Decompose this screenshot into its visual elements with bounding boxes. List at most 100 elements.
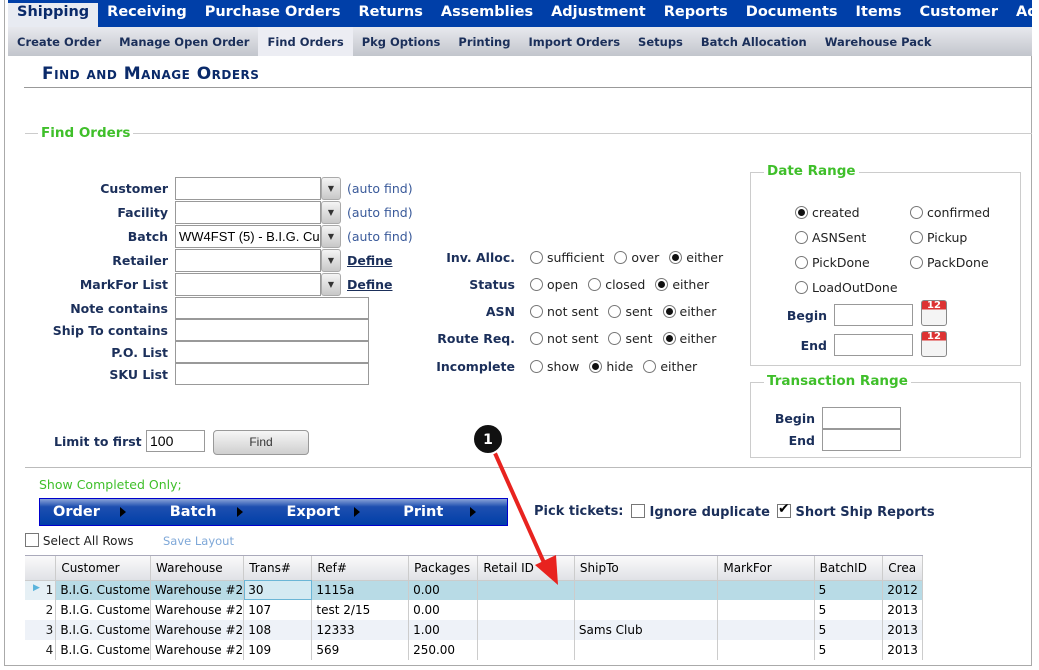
- radio-button[interactable]: [530, 251, 543, 264]
- table-cell[interactable]: 2013: [882, 600, 923, 620]
- table-cell[interactable]: Sams Club: [574, 620, 719, 640]
- radio-button[interactable]: [910, 206, 923, 219]
- column-header[interactable]: Crea: [882, 556, 923, 581]
- radio-button[interactable]: [795, 256, 808, 269]
- table-cell[interactable]: 5: [814, 640, 884, 660]
- table-cell[interactable]: 250.00: [408, 640, 479, 660]
- table-cell[interactable]: [477, 620, 575, 640]
- nav-tab-admin[interactable]: Admin: [1007, 0, 1032, 27]
- radio-option[interactable]: over: [614, 250, 659, 265]
- radio-button[interactable]: [669, 251, 683, 264]
- radio-option[interactable]: show: [530, 359, 579, 374]
- subnav-setups[interactable]: Setups: [629, 27, 692, 56]
- radio-button[interactable]: [795, 206, 808, 219]
- combo-input[interactable]: [175, 177, 321, 200]
- radio-button[interactable]: [795, 281, 808, 294]
- table-cell[interactable]: 108: [243, 620, 313, 640]
- show-completed-link[interactable]: Show Completed Only;: [39, 477, 182, 492]
- nav-tab-adjustment[interactable]: Adjustment: [542, 0, 655, 27]
- limit-input[interactable]: 100: [146, 430, 205, 452]
- table-cell[interactable]: 5: [814, 580, 884, 600]
- subnav-printing[interactable]: Printing: [449, 27, 519, 56]
- radio-button[interactable]: [530, 305, 543, 318]
- table-cell[interactable]: [477, 640, 575, 660]
- radio-option[interactable]: sent: [608, 304, 653, 319]
- column-header[interactable]: MarkFor: [717, 556, 815, 581]
- table-cell[interactable]: [717, 600, 815, 620]
- date-option[interactable]: created: [795, 205, 860, 220]
- subnav-pkg-options[interactable]: Pkg Options: [353, 27, 450, 56]
- table-cell[interactable]: [717, 580, 815, 600]
- table-row[interactable]: 3 B.I.G. Custome Warehouse #2 108 12333 1.00 S…: [25, 620, 923, 640]
- column-header[interactable]: BatchID: [814, 556, 884, 581]
- table-cell[interactable]: 12333: [311, 620, 410, 640]
- select-all-checkbox[interactable]: [25, 533, 39, 547]
- table-cell[interactable]: 2013: [882, 620, 923, 640]
- radio-option[interactable]: sufficient: [530, 250, 604, 265]
- table-cell[interactable]: [574, 600, 719, 620]
- text-input[interactable]: [175, 319, 369, 341]
- subnav-batch-allocation[interactable]: Batch Allocation: [692, 27, 816, 56]
- date-option[interactable]: ASNSent: [795, 230, 866, 245]
- ignore-duplicate-option[interactable]: Ignore duplicate: [631, 504, 770, 520]
- table-cell[interactable]: [477, 600, 575, 620]
- auto-find-link[interactable]: (auto find): [347, 229, 413, 244]
- date-begin-input[interactable]: [834, 304, 913, 326]
- nav-tab-documents[interactable]: Documents: [737, 0, 847, 27]
- radio-button[interactable]: [910, 231, 923, 244]
- chevron-down-icon[interactable]: ▼: [321, 273, 341, 296]
- find-button[interactable]: Find: [213, 430, 309, 455]
- subnav-find-orders[interactable]: Find Orders: [258, 27, 353, 56]
- nav-tab-items[interactable]: Items: [847, 0, 911, 27]
- text-input[interactable]: [175, 341, 369, 363]
- table-cell[interactable]: Warehouse #2: [150, 620, 245, 640]
- table-cell[interactable]: B.I.G. Custome: [55, 640, 151, 660]
- column-header[interactable]: Warehouse: [150, 556, 245, 581]
- radio-button[interactable]: [588, 278, 602, 291]
- nav-tab-receiving[interactable]: Receiving: [98, 0, 196, 27]
- text-input[interactable]: [175, 363, 369, 385]
- radio-button[interactable]: [614, 251, 628, 264]
- column-header[interactable]: Customer: [55, 556, 151, 581]
- radio-option[interactable]: sent: [608, 331, 653, 346]
- save-layout-link[interactable]: Save Layout: [163, 534, 234, 548]
- nav-tab-customer[interactable]: Customer: [910, 0, 1007, 27]
- table-cell[interactable]: 30: [243, 580, 313, 600]
- radio-option[interactable]: open: [530, 277, 578, 292]
- table-cell[interactable]: Warehouse #2: [150, 640, 245, 660]
- table-cell[interactable]: 1.00: [408, 620, 479, 640]
- table-cell[interactable]: 2013: [882, 640, 923, 660]
- table-cell[interactable]: [717, 620, 815, 640]
- subnav-create-order[interactable]: Create Order: [8, 27, 110, 56]
- column-header[interactable]: Ref#: [311, 556, 410, 581]
- short-ship-option[interactable]: Short Ship Reports: [777, 501, 935, 520]
- combo-input[interactable]: WW4FST (5) - B.I.G. Cus: [175, 225, 321, 248]
- trans-end-input[interactable]: [822, 429, 901, 451]
- chevron-down-icon[interactable]: ▼: [321, 201, 341, 224]
- short-ship-checkbox[interactable]: [777, 501, 791, 518]
- action-batch-menu[interactable]: Batch: [157, 499, 274, 525]
- radio-button[interactable]: [795, 231, 808, 244]
- date-option[interactable]: PickDone: [795, 255, 870, 270]
- radio-button[interactable]: [910, 256, 923, 269]
- column-header[interactable]: ShipTo: [574, 556, 719, 581]
- date-option[interactable]: PackDone: [910, 255, 989, 270]
- select-all-option[interactable]: Select All Rows: [25, 533, 134, 548]
- table-cell[interactable]: Warehouse #2: [150, 580, 245, 600]
- radio-option[interactable]: hide: [589, 359, 633, 374]
- nav-tab-purchase-orders[interactable]: Purchase Orders: [196, 0, 350, 27]
- nav-tab-returns[interactable]: Returns: [350, 0, 432, 27]
- auto-find-link[interactable]: (auto find): [347, 181, 413, 196]
- table-cell[interactable]: B.I.G. Custome: [55, 620, 151, 640]
- date-end-input[interactable]: [834, 334, 913, 356]
- date-option[interactable]: confirmed: [910, 205, 990, 220]
- nav-tab-assemblies[interactable]: Assemblies: [432, 0, 542, 27]
- combo-input[interactable]: [175, 201, 321, 224]
- radio-button[interactable]: [589, 360, 603, 373]
- date-option[interactable]: Pickup: [910, 230, 967, 245]
- table-cell[interactable]: 5: [814, 600, 884, 620]
- radio-option[interactable]: not sent: [530, 331, 598, 346]
- table-row[interactable]: 2 B.I.G. Custome Warehouse #2 107 test 2/15 0…: [25, 600, 923, 620]
- auto-find-link[interactable]: (auto find): [347, 205, 413, 220]
- calendar-icon[interactable]: 12: [921, 300, 947, 326]
